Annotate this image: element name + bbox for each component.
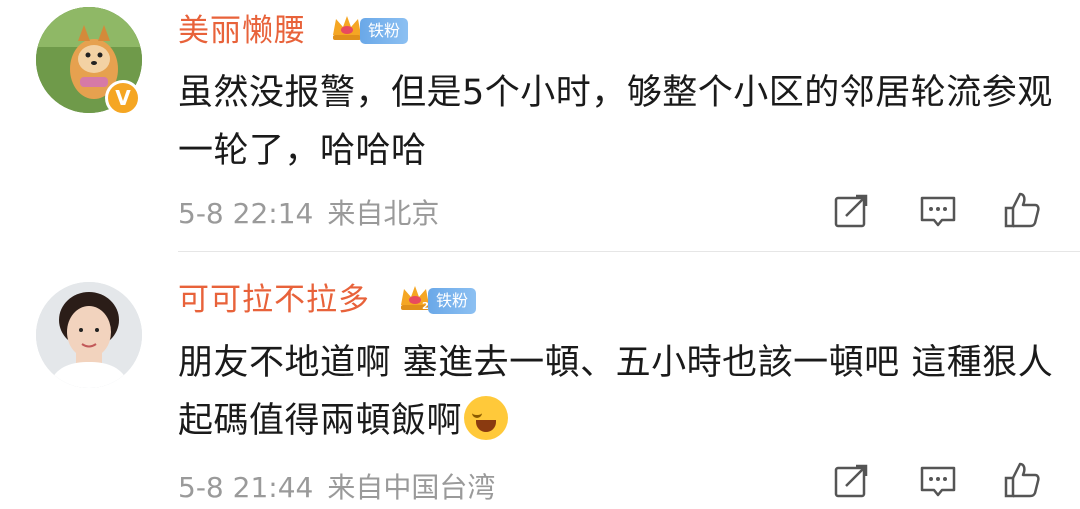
- crown-icon: 2: [401, 286, 429, 312]
- like-icon: [1004, 192, 1040, 228]
- avatar[interactable]: [36, 282, 142, 388]
- comment-time: 5-8 21:44: [178, 471, 314, 504]
- comment-meta: 5-8 21:44 来自中国台湾: [178, 466, 495, 506]
- username[interactable]: 可可拉不拉多: [178, 285, 370, 316]
- laughing-crying-emoji-icon: [464, 396, 509, 440]
- comment-text-body: 朋友不地道啊 塞進去一頓、五小時也該一頓吧 這種狠人 起碼值得兩頓飯啊: [178, 343, 1054, 441]
- share-icon: [834, 464, 868, 498]
- fan-badge: 铁粉: [428, 288, 477, 314]
- crown-icon: [333, 16, 361, 40]
- share-icon: [834, 194, 868, 228]
- comment-icon: [920, 196, 956, 227]
- comment-item: V 美丽懒腰 铁粉 虽然没报警，但是5个小时，够整个小区的邻居轮流参观一轮了，哈…: [0, 0, 1080, 252]
- verified-icon: V: [105, 80, 141, 116]
- like-button[interactable]: [1002, 190, 1042, 230]
- comment-text: 虽然没报警，但是5个小时，够整个小区的邻居轮流参观一轮了，哈哈哈: [178, 73, 1053, 171]
- comment-icon: [920, 466, 956, 497]
- comment-text: 朋友不地道啊 塞進去一頓、五小時也該一頓吧 這種狠人 起碼值得兩頓飯啊: [178, 334, 1058, 450]
- comment-item: 可可拉不拉多 2 铁粉 朋友不地道啊 塞進去一頓、五小時也該一頓吧 這種狠人 起…: [0, 252, 1080, 509]
- comment-source: 来自北京: [327, 197, 440, 230]
- comment-meta: 5-8 22:14 来自北京: [178, 192, 439, 232]
- comment-time: 5-8 22:14: [178, 197, 314, 230]
- share-button[interactable]: [832, 190, 872, 230]
- woman-portrait-avatar-icon: [36, 282, 142, 388]
- like-icon: [1004, 462, 1040, 498]
- fan-badge: 铁粉: [360, 18, 409, 44]
- like-button[interactable]: [1002, 460, 1042, 500]
- comment-button[interactable]: [918, 460, 958, 500]
- comment-button[interactable]: [918, 190, 958, 230]
- username[interactable]: 美丽懒腰: [178, 16, 306, 47]
- share-button[interactable]: [832, 460, 872, 500]
- comment-source: 来自中国台湾: [327, 471, 496, 504]
